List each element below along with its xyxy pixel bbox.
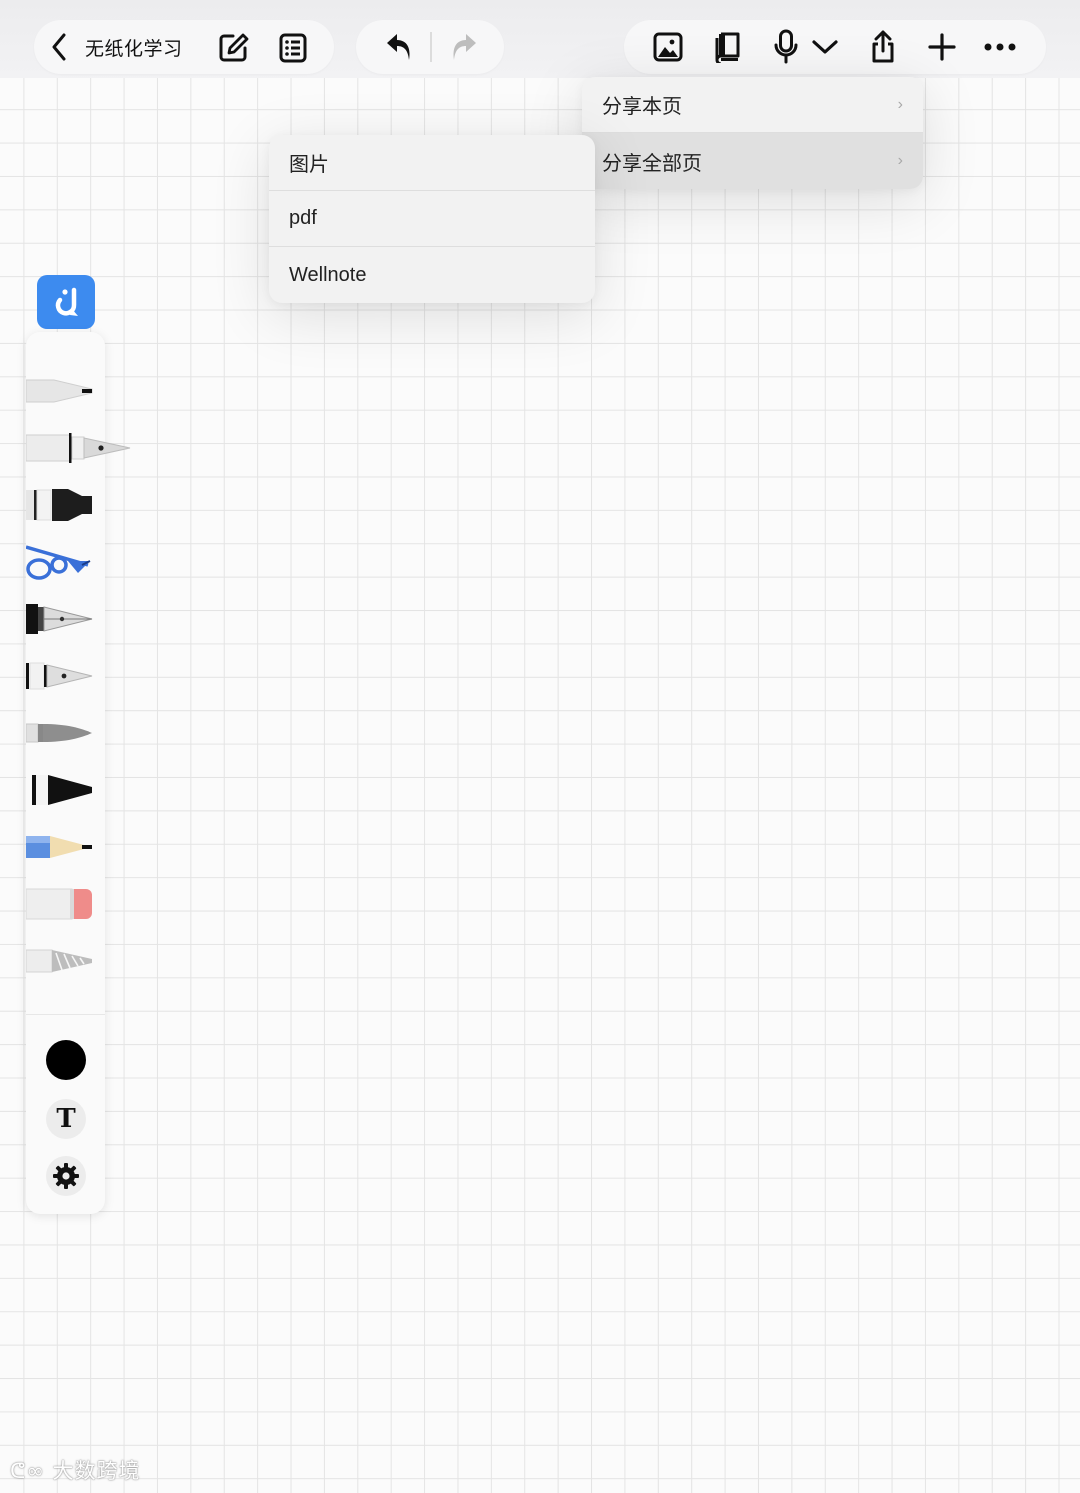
gear-icon (53, 1163, 79, 1189)
settings-button[interactable] (46, 1156, 86, 1196)
record-options-button[interactable] (810, 36, 840, 58)
toolbar-divider (430, 32, 432, 62)
share-menu-item-label: 分享本页 (602, 96, 682, 118)
format-menu-item-image[interactable]: 图片 (269, 135, 595, 191)
plus-icon (928, 33, 956, 61)
text-tool-label: T (56, 1104, 76, 1134)
chevron-right-icon: › (897, 95, 903, 113)
notebook-title[interactable]: 无纸化学习 (85, 34, 183, 61)
book-icon (715, 32, 740, 63)
fountain-pen-icon (26, 433, 131, 463)
text-tool-button[interactable]: T (46, 1099, 86, 1139)
image-icon (653, 32, 683, 62)
more-button[interactable] (983, 36, 1017, 58)
chevron-right-icon: › (897, 152, 903, 169)
more-icon (984, 43, 1016, 51)
share-button[interactable] (868, 29, 898, 65)
record-button[interactable] (770, 28, 802, 66)
edit-button[interactable] (216, 31, 250, 65)
tool-marker[interactable] (26, 484, 136, 526)
microphone-icon (774, 29, 798, 64)
list-icon (279, 33, 307, 63)
redo-button[interactable] (449, 32, 479, 62)
palette-divider (26, 1014, 105, 1015)
brush-icon (26, 723, 92, 743)
fountain-pen-icon (26, 662, 93, 690)
pencil-icon (26, 836, 92, 858)
tool-fountain-pen-3[interactable] (26, 655, 136, 697)
tool-pencil[interactable] (26, 826, 136, 868)
pen-icon (26, 379, 93, 403)
share-menu-item-all-pages[interactable]: 分享全部页 › (582, 133, 923, 189)
watermark: ᕦ∞ 大数跨境 (10, 1455, 141, 1485)
compass-icon (26, 545, 91, 580)
tool-brush[interactable] (26, 712, 136, 754)
add-button[interactable] (926, 31, 958, 63)
notebook-button[interactable] (711, 31, 743, 63)
insert-image-button[interactable] (652, 31, 684, 63)
app-logo-icon (55, 287, 78, 316)
tool-lasso[interactable] (26, 940, 136, 982)
toolbar-left: 无纸化学习 (34, 20, 334, 74)
chevron-down-icon (812, 40, 838, 54)
chevron-left-icon (52, 33, 66, 61)
format-menu-item-pdf[interactable]: pdf (269, 191, 595, 247)
share-menu-item-current-page[interactable]: 分享本页 › (582, 77, 923, 133)
tool-pen[interactable] (26, 370, 136, 412)
tool-fountain-pen[interactable] (26, 427, 136, 469)
tool-wide-marker[interactable] (26, 769, 136, 811)
fountain-pen-icon (26, 604, 93, 634)
toolbar-history (356, 20, 504, 74)
watermark-logo-icon: ᕦ∞ (10, 1459, 45, 1483)
color-picker-button[interactable] (46, 1040, 86, 1080)
lasso-icon (26, 949, 92, 973)
share-menu-item-label: 分享全部页 (602, 152, 702, 175)
edit-icon (219, 33, 249, 62)
eraser-icon (26, 888, 92, 920)
back-button[interactable] (46, 33, 72, 61)
share-icon (872, 30, 894, 63)
tool-eraser[interactable] (26, 883, 136, 925)
redo-icon (453, 34, 476, 60)
undo-button[interactable] (384, 32, 414, 62)
undo-icon (387, 34, 410, 60)
format-menu: 图片 pdf Wellnote (269, 135, 595, 303)
wide-marker-icon (32, 775, 92, 805)
share-menu: 分享本页 › 分享全部页 › (582, 77, 923, 189)
app-logo[interactable] (37, 275, 95, 329)
toolbar-right (624, 20, 1046, 74)
marker-icon (26, 489, 92, 521)
tool-fountain-pen-2[interactable] (26, 598, 136, 640)
watermark-text: 大数跨境 (52, 1459, 141, 1483)
format-menu-item-wellnote[interactable]: Wellnote (269, 247, 595, 303)
tool-palette: T (26, 332, 131, 1214)
tool-compass[interactable] (26, 541, 136, 583)
list-button[interactable] (277, 32, 309, 64)
